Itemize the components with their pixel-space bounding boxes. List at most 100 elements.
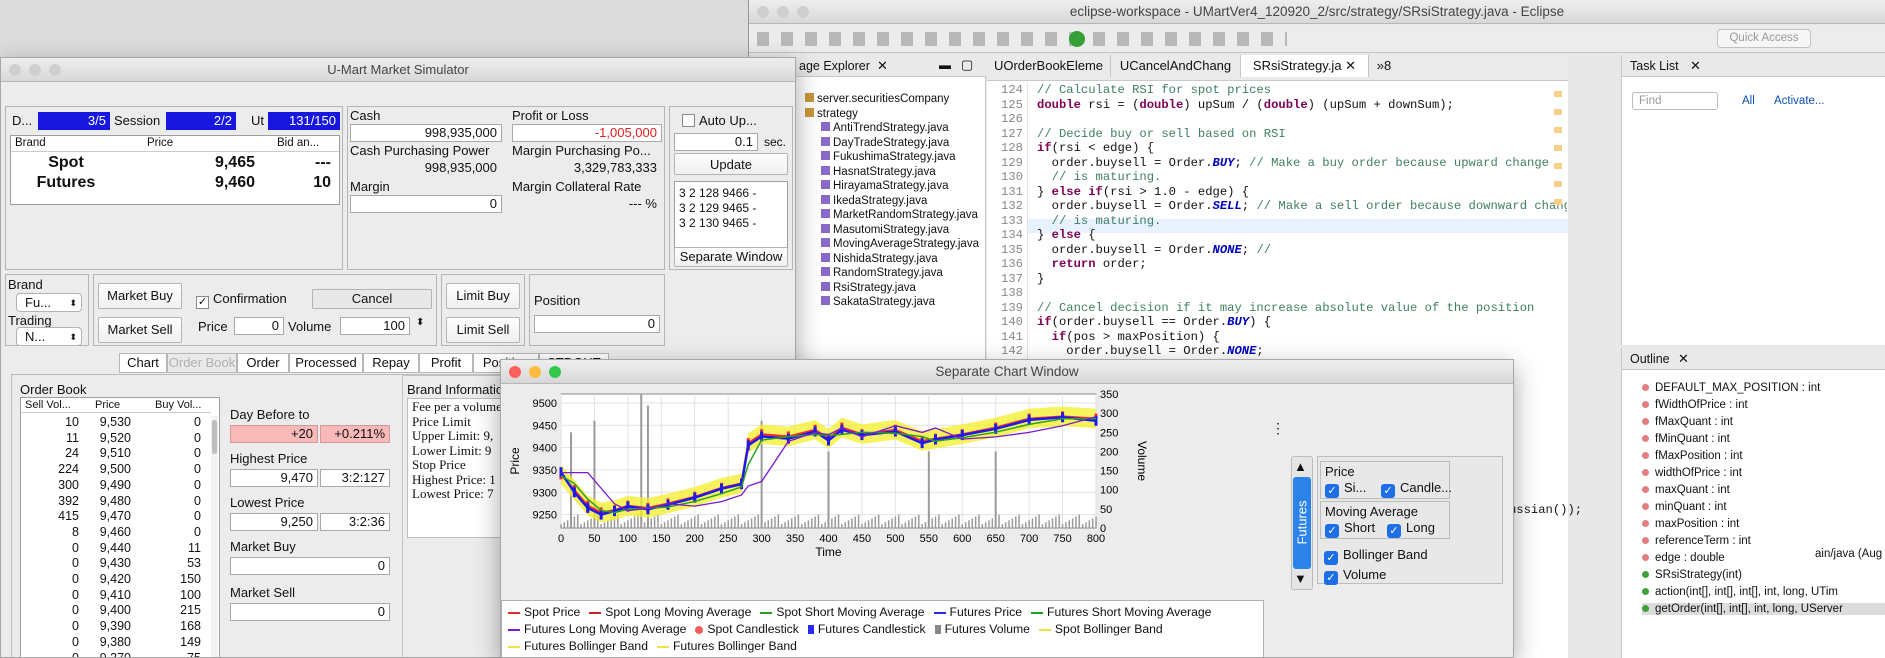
outline-item[interactable]: widthOfPrice : int	[1642, 467, 1742, 479]
order-book-row[interactable]: 0 9,400 215	[21, 603, 209, 618]
outline-item[interactable]: action(int[], int[], int[], int, long, U…	[1642, 586, 1838, 598]
order-book-row[interactable]: 10 9,530 0	[21, 415, 209, 430]
outline-item[interactable]: fMinQuant : int	[1642, 433, 1730, 445]
interval-input[interactable]: 0.1	[674, 133, 758, 151]
more-icon[interactable]: ⋮	[1271, 420, 1285, 440]
tab-order-book[interactable]: Order Book	[167, 353, 237, 373]
order-book-row[interactable]: 0 9,440 11	[21, 541, 209, 556]
tree-item[interactable]: SakataStrategy.java	[821, 296, 935, 308]
run-icon[interactable]	[1069, 31, 1085, 47]
auto-update-checkbox[interactable]: Auto Up...	[682, 113, 757, 128]
minimize-icon[interactable]	[29, 64, 41, 76]
tree-item[interactable]: MovingAverageStrategy.java	[821, 238, 979, 250]
brand-select[interactable]: Fu... ⬍	[16, 293, 82, 312]
order-book-row[interactable]: 24 9,510 0	[21, 446, 209, 461]
close-icon[interactable]: ✕	[1678, 351, 1689, 367]
tree-item[interactable]: FukushimaStrategy.java	[821, 151, 956, 163]
market-sell-button[interactable]: Market Sell	[98, 317, 182, 343]
trading-select[interactable]: N... ⬍	[16, 327, 82, 346]
order-book-row[interactable]: 0 9,380 149	[21, 635, 209, 650]
outline-item[interactable]: maxQuant : int	[1642, 484, 1730, 496]
task-activate-link[interactable]: Activate...	[1774, 95, 1825, 107]
brand-row[interactable]: Futures 9,460 10	[11, 174, 339, 194]
task-all-link[interactable]: All	[1742, 95, 1755, 107]
maximize-icon[interactable]: ▢	[961, 57, 973, 73]
tree-item[interactable]: strategy	[805, 107, 858, 120]
scroll-up-icon[interactable]: ▲	[1294, 459, 1307, 474]
tree-item[interactable]: MarketRandomStrategy.java	[821, 209, 978, 221]
outline-item[interactable]: maxPosition : int	[1642, 518, 1739, 530]
task-find-input[interactable]: Find	[1632, 92, 1718, 110]
tree-item[interactable]: IkedaStrategy.java	[821, 194, 927, 207]
order-book-row[interactable]: 0 9,420 150	[21, 572, 209, 587]
zoom-icon[interactable]	[549, 366, 561, 378]
order-book-row[interactable]: 0 9,430 53	[21, 556, 209, 571]
outline-item[interactable]: fWidthOfPrice : int	[1642, 399, 1748, 411]
price-input[interactable]: 0	[234, 317, 284, 335]
tab-ucancel[interactable]: UCancelAndChang	[1111, 55, 1241, 77]
tree-item[interactable]: RandomStrategy.java	[821, 267, 943, 279]
zoom-icon[interactable]	[797, 6, 809, 18]
minimize-icon[interactable]	[777, 6, 789, 18]
order-book-row[interactable]: 11 9,520 0	[21, 431, 209, 446]
confirmation-checkbox[interactable]: ✓ Confirmation	[196, 291, 287, 309]
long-checkbox[interactable]: ✓ Long	[1387, 520, 1435, 538]
close-icon[interactable]	[9, 64, 21, 76]
tree-item[interactable]: NishidaStrategy.java	[821, 252, 938, 265]
order-book-row[interactable]: 8 9,460 0	[21, 525, 209, 540]
scroll-down-icon[interactable]: ▼	[1294, 571, 1307, 586]
minimize-icon[interactable]: ▬	[939, 58, 951, 72]
brand-row[interactable]: Spot 9,465 ---	[11, 154, 339, 174]
close-icon[interactable]: ✕	[1690, 58, 1701, 74]
quick-access-input[interactable]: Quick Access	[1717, 29, 1811, 48]
tab-overflow[interactable]: »8	[1369, 55, 1399, 77]
outline-item[interactable]: getOrder(int[], int[], int, long, UServe…	[1642, 603, 1885, 615]
tree-item[interactable]: DayTradeStrategy.java	[821, 136, 949, 149]
outline-item[interactable]: fMaxPosition : int	[1642, 450, 1743, 462]
tab-order[interactable]: Order	[237, 353, 289, 373]
spot-checkbox[interactable]: ✓ Si...	[1325, 480, 1366, 498]
short-checkbox[interactable]: ✓ Short	[1325, 520, 1375, 538]
minimize-icon[interactable]	[529, 366, 541, 378]
tab-processed[interactable]: Processed	[289, 353, 363, 373]
order-book-row[interactable]: 224 9,500 0	[21, 462, 209, 477]
order-book-row[interactable]: 0 9,410 100	[21, 588, 209, 603]
cancel-button[interactable]: Cancel	[312, 289, 432, 309]
outline-item[interactable]: referenceTerm : int	[1642, 535, 1751, 547]
outline-item[interactable]: edge : double	[1642, 552, 1725, 564]
outline-item[interactable]: minQuant : int	[1642, 501, 1727, 513]
tree-item[interactable]: HirayamaStrategy.java	[821, 180, 948, 192]
tab-chart[interactable]: Chart	[119, 353, 167, 373]
separate-window-button[interactable]: Separate Window	[674, 247, 788, 267]
order-book-row[interactable]: 392 9,480 0	[21, 494, 209, 509]
tree-item[interactable]: HasnatStrategy.java	[821, 165, 936, 178]
tree-item[interactable]: server.securitiesCompany	[805, 93, 949, 105]
tab-uorderbook[interactable]: UOrderBookEleme	[987, 55, 1111, 77]
update-button[interactable]: Update	[674, 153, 788, 175]
tree-item[interactable]: AntiTrendStrategy.java	[821, 122, 949, 134]
order-book-row[interactable]: 300 9,490 0	[21, 478, 209, 493]
tab-repay[interactable]: Repay	[363, 353, 419, 373]
toolbar-icons[interactable]	[757, 32, 1287, 46]
order-book-row[interactable]: 415 9,470 0	[21, 509, 209, 524]
close-icon[interactable]: ✕	[877, 58, 888, 74]
tree-item[interactable]: RsiStrategy.java	[821, 281, 916, 294]
order-book-row[interactable]: 0 9,370 75	[21, 651, 209, 658]
volume-input[interactable]: 100	[340, 317, 410, 335]
market-buy-button[interactable]: Market Buy	[98, 283, 182, 309]
volume-stepper-icon[interactable]: ⬍	[416, 317, 424, 328]
bollinger-checkbox[interactable]: ✓ Bollinger Band	[1324, 547, 1428, 565]
outline-item[interactable]: SRsiStrategy(int)	[1642, 569, 1742, 581]
outline-item[interactable]: DEFAULT_MAX_POSITION : int	[1642, 382, 1820, 394]
price-chart[interactable]: 0 50 100 150 200 250 300 350 400 450 500 550 600 650 7…	[501, 386, 1271, 598]
candle-checkbox[interactable]: ✓ Candle...	[1381, 480, 1452, 498]
futures-tab[interactable]: Futures	[1293, 477, 1311, 569]
zoom-icon[interactable]	[49, 64, 61, 76]
order-book-row[interactable]: 0 9,390 168	[21, 619, 209, 634]
tree-item[interactable]: MasutomiStrategy.java	[821, 223, 949, 236]
code-text[interactable]: // Calculate RSI for spot prices double …	[1037, 83, 1567, 373]
close-icon[interactable]	[757, 6, 769, 18]
tab-srsistrategy[interactable]: SRsiStrategy.ja ✕	[1241, 55, 1369, 77]
order-book-table[interactable]: Sell Vol... Price Buy Vol... 10 9,530 0 11 9…	[20, 397, 220, 658]
close-icon[interactable]	[509, 366, 521, 378]
